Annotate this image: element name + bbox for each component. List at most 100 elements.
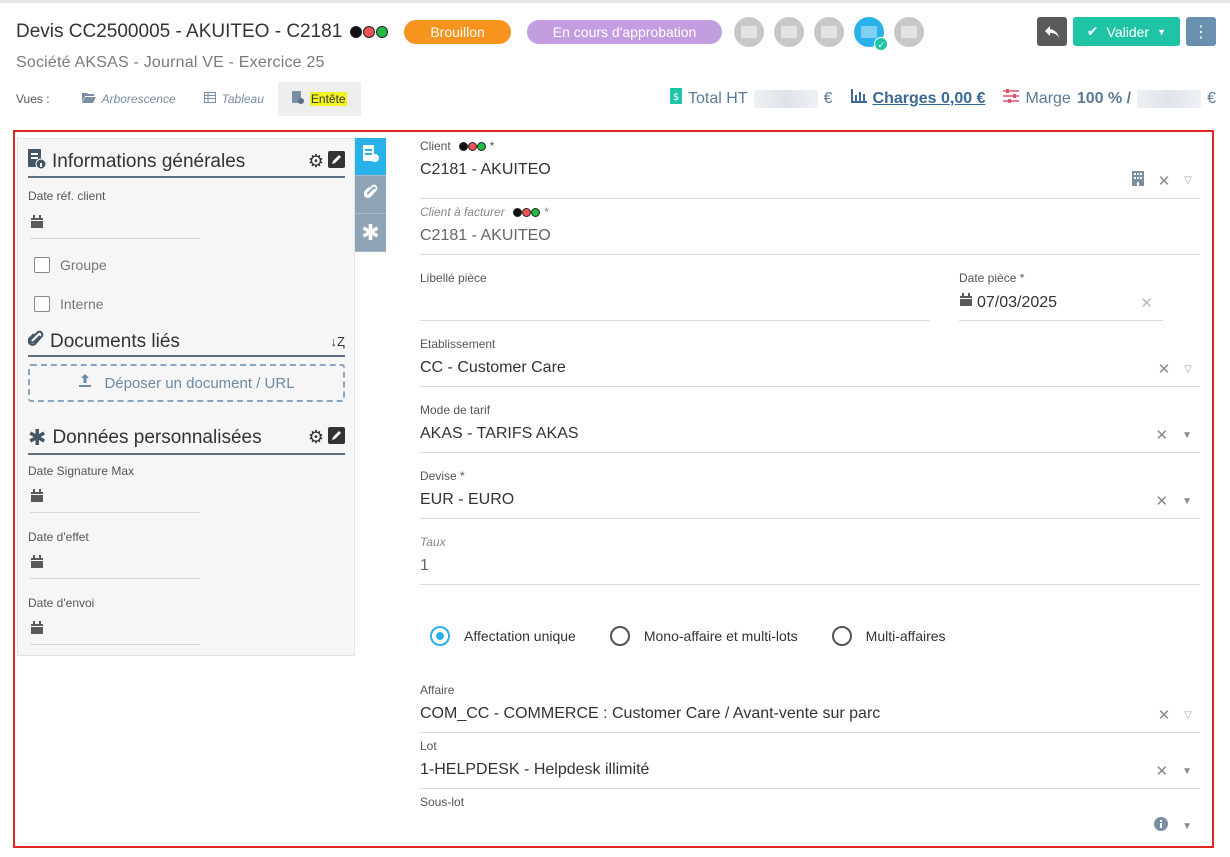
workflow-step-2[interactable] [774, 17, 805, 47]
date-ref-client-field[interactable] [30, 215, 200, 239]
affectation-radio-group: Affectation unique Mono-affaire et multi… [430, 626, 946, 646]
document-drop-zone[interactable]: Déposer un document / URL [28, 364, 345, 402]
left-panel: Informations générales ⚙ Date réf. clien… [17, 138, 355, 656]
lot-field[interactable]: Lot 1-HELPDESK - Helpdesk illimité ✕ ▼ [420, 739, 1200, 789]
page-subtitle: Société AKSAS - Journal VE - Exercice 25 [16, 54, 325, 71]
clear-icon[interactable]: ✕ [1158, 172, 1171, 190]
check-icon: ✓ [874, 37, 889, 51]
back-button[interactable] [1036, 17, 1067, 46]
affaire-label: Affaire [420, 683, 455, 697]
date-effet-field[interactable] [30, 555, 200, 579]
dropdown-arrow-icon[interactable]: ▽ [1184, 175, 1192, 186]
custom-data-section-title: ✱ Données personnalisées ⚙ [28, 425, 345, 455]
status-dot-black [350, 26, 363, 38]
upload-icon [78, 374, 92, 392]
tab-custom-data[interactable]: ✱ [355, 214, 386, 252]
header-title-row: Devis CC2500005 - AKUITEO - C2181 Brouil… [16, 17, 925, 51]
edit-icon[interactable] [328, 150, 345, 173]
clear-icon[interactable]: ✕ [1158, 360, 1171, 378]
affaire-value: COM_CC - COMMERCE : Customer Care / Avan… [420, 705, 881, 722]
mode-tarif-value: AKAS - TARIFS AKAS [420, 425, 579, 442]
clear-icon[interactable]: ✕ [1156, 426, 1169, 444]
lot-label: Lot [420, 739, 437, 753]
marge-hidden-value [1137, 89, 1202, 108]
devise-label: Devise * [420, 469, 465, 483]
docs-section-title: Documents liés ↓Ⱬ [27, 330, 345, 357]
clear-icon[interactable]: ✕ [1140, 294, 1153, 312]
devise-field[interactable]: Devise * EUR - EURO ✕ ▼ [420, 469, 1200, 519]
total-ht-hidden-value [753, 89, 818, 108]
date-piece-field[interactable]: Date pièce * 07/03/2025 ✕ [959, 271, 1163, 321]
workflow-step-5[interactable] [894, 17, 925, 47]
client-label: Client [420, 139, 451, 153]
doc-info-icon [362, 145, 379, 168]
lot-value: 1-HELPDESK - Helpdesk illimité [420, 761, 650, 778]
building-icon[interactable] [1131, 171, 1144, 190]
status-badge-draft[interactable]: Brouillon [404, 20, 511, 44]
status-dot-red [363, 26, 376, 38]
dropdown-arrow-icon[interactable]: ▽ [1184, 710, 1192, 721]
info-icon[interactable] [1154, 817, 1169, 835]
clear-icon[interactable]: ✕ [1158, 706, 1171, 724]
sliders-icon [1003, 89, 1020, 108]
dropdown-arrow-icon[interactable]: ▽ [1184, 364, 1192, 375]
date-envoi-field[interactable] [30, 621, 200, 645]
interne-checkbox[interactable]: Interne [34, 296, 104, 312]
bar-chart-icon [850, 89, 867, 108]
caret-down-icon: ▼ [1157, 26, 1166, 37]
libelle-piece-field[interactable]: Libellé pièce [420, 271, 930, 321]
asterisk-icon: ✱ [361, 219, 380, 245]
total-ht: $ Total HT € [670, 88, 833, 109]
date-ref-client-label: Date réf. client [28, 189, 106, 203]
workflow-step-1[interactable] [734, 17, 765, 47]
view-arborescence[interactable]: Arborescence [68, 82, 190, 116]
caret-down-icon[interactable]: ▼ [1182, 430, 1192, 441]
client-facturer-status-dots [512, 207, 540, 217]
client-facturer-value: C2181 - AKUITEO [420, 227, 551, 244]
validate-label: Valider [1106, 23, 1150, 40]
mode-tarif-field[interactable]: Mode de tarif AKAS - TARIFS AKAS ✕ ▼ [420, 403, 1200, 453]
more-options-button[interactable]: ⋮ [1186, 17, 1216, 46]
views-label: Vues : [16, 92, 50, 106]
caret-down-icon[interactable]: ▼ [1182, 496, 1192, 507]
radio-multi-affaires[interactable]: Multi-affaires [831, 626, 946, 646]
gear-icon[interactable]: ⚙ [308, 151, 324, 173]
totals-bar: $ Total HT € Charges 0,00 € Marge 100 % … [670, 88, 1216, 109]
client-field[interactable]: Client * C2181 - AKUITEO ✕ ▽ [420, 139, 1200, 199]
workflow-step-3[interactable] [814, 17, 845, 47]
view-entete[interactable]: Entête [277, 82, 361, 116]
caret-down-icon[interactable]: ▼ [1182, 821, 1192, 832]
date-signature-max-field[interactable] [30, 489, 200, 513]
view-switcher: Vues : Arborescence Tableau Entête [16, 82, 361, 116]
folder-open-icon [81, 92, 96, 106]
validate-button[interactable]: ✔ Valider ▼ [1072, 17, 1180, 46]
taux-label: Taux [420, 535, 446, 549]
radio-affectation-unique[interactable]: Affectation unique [430, 626, 576, 646]
check-icon: ✔ [1086, 23, 1099, 39]
sort-icon[interactable]: ↓Ⱬ [331, 334, 345, 349]
workflow-step-4[interactable]: ✓ [854, 17, 889, 51]
groupe-checkbox[interactable]: Groupe [34, 257, 107, 273]
status-badge-approval[interactable]: En cours d'approbation [526, 20, 723, 44]
edit-icon[interactable] [328, 427, 345, 449]
sous-lot-label: Sous-lot [420, 795, 465, 809]
tab-attachments[interactable] [355, 176, 386, 214]
affaire-field[interactable]: Affaire COM_CC - COMMERCE : Customer Car… [420, 683, 1200, 733]
etablissement-field[interactable]: Etablissement CC - Customer Care ✕ ▽ [420, 337, 1200, 387]
radio-mono-affaire[interactable]: Mono-affaire et multi-lots [609, 626, 798, 646]
date-envoi-label: Date d'envoi [28, 596, 95, 610]
client-value: C2181 - AKUITEO [420, 161, 551, 178]
status-dots [350, 26, 389, 38]
charges-link[interactable]: Charges 0,00 € [850, 89, 985, 108]
view-tableau[interactable]: Tableau [190, 82, 278, 116]
gear-icon[interactable]: ⚙ [308, 427, 324, 449]
caret-down-icon[interactable]: ▼ [1182, 766, 1192, 777]
money-doc-icon: $ [670, 88, 683, 109]
clear-icon[interactable]: ✕ [1156, 762, 1169, 780]
clear-icon[interactable]: ✕ [1156, 492, 1169, 510]
calendar-icon [30, 489, 44, 506]
tab-entete[interactable] [355, 138, 386, 176]
sous-lot-field[interactable]: Sous-lot ▼ [420, 795, 1200, 841]
info-section-title: Informations générales ⚙ [28, 149, 345, 178]
paperclip-icon [27, 330, 44, 353]
